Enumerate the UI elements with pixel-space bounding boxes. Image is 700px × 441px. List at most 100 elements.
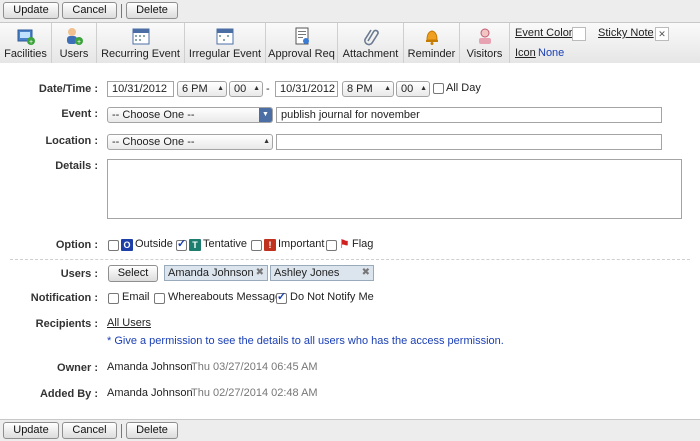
added-by-label: Added By : <box>39 388 98 400</box>
toolbar-irregular-event[interactable]: Irregular Event <box>185 23 266 63</box>
calendar-recurring-icon <box>132 28 149 45</box>
important-checkbox[interactable] <box>251 240 262 251</box>
start-min-select[interactable]: 00 ▲ <box>229 81 263 97</box>
start-date-input[interactable]: 10/31/2012 <box>107 81 174 97</box>
toolbar-recurring-event[interactable]: Recurring Event <box>97 23 185 63</box>
all-users-link[interactable]: All Users <box>107 317 151 329</box>
tentative-label: Tentative <box>203 238 248 250</box>
delete-button[interactable]: Delete <box>126 2 178 19</box>
event-menu-value: -- Choose One -- <box>112 109 195 121</box>
dropdown-arrow-icon: ▼ <box>259 108 272 122</box>
notification-label: Notification : <box>30 292 98 304</box>
select-arrow-icon: ▲ <box>384 85 391 92</box>
location-select-value: -- Choose One -- <box>112 136 195 148</box>
start-min-value: 00 <box>234 83 247 95</box>
tentative-checkbox[interactable] <box>176 237 187 251</box>
bell-icon <box>425 30 438 45</box>
important-badge-icon: ! <box>264 239 276 251</box>
event-color-link[interactable]: Event Color <box>515 27 572 39</box>
separator <box>121 4 122 18</box>
location-select[interactable]: -- Choose One -- ▲ <box>107 134 273 150</box>
top-action-bar: Update Cancel Delete <box>0 0 700 22</box>
select-arrow-icon: ▲ <box>263 138 270 145</box>
users-icon: + <box>67 28 83 46</box>
date-range-dash: - <box>266 83 270 95</box>
icon-link[interactable]: Icon <box>515 47 536 59</box>
end-min-value: 00 <box>401 83 414 95</box>
location-label: Location : <box>45 135 98 147</box>
users-label: Users : <box>60 268 98 280</box>
allday-checkbox[interactable] <box>433 83 444 94</box>
toolbar-approval-req[interactable]: Approval Req <box>266 23 338 63</box>
toolbar-facilities[interactable]: + Facilities <box>0 23 52 63</box>
update-button[interactable]: Update <box>3 422 59 439</box>
separator <box>121 424 122 438</box>
event-form: Date/Time : 10/31/2012 6 PM ▲ 00 ▲ - 10/31… <box>0 63 700 420</box>
owner-name: Amanda Johnson <box>107 361 193 373</box>
user-chip[interactable]: Amanda Johnson ✖ <box>164 265 268 281</box>
end-min-select[interactable]: 00 ▲ <box>396 81 430 97</box>
user-chip-name: Amanda Johnson <box>168 267 254 279</box>
end-hour-select[interactable]: 8 PM ▲ <box>342 81 394 97</box>
toolbar-label: Visitors <box>466 48 503 60</box>
flag-label: Flag <box>352 238 374 250</box>
start-hour-select[interactable]: 6 PM ▲ <box>177 81 227 97</box>
event-title-input[interactable]: publish journal for november <box>276 107 662 123</box>
recipients-note: * Give a permission to see the details t… <box>107 335 504 347</box>
flag-checkbox[interactable] <box>326 240 337 251</box>
feature-toolbar: + Facilities + Users Recurring Event Irr… <box>0 22 700 64</box>
event-label: Event : <box>61 108 98 120</box>
email-checkbox[interactable] <box>108 293 119 304</box>
added-by-time: Thu 02/27/2014 02:48 AM <box>191 387 318 399</box>
cancel-button[interactable]: Cancel <box>62 2 117 19</box>
donotnotify-label: Do Not Notify Me <box>290 291 374 303</box>
donotnotify-checkbox[interactable] <box>276 290 287 304</box>
svg-text:+: + <box>77 39 81 46</box>
sticky-note-close-icon[interactable]: ✕ <box>655 27 669 41</box>
icon-value: None <box>538 47 565 59</box>
cancel-button[interactable]: Cancel <box>62 422 117 439</box>
toolbar-attachment[interactable]: Attachment <box>338 23 404 63</box>
whereabouts-label: Whereabouts Message <box>168 291 282 303</box>
allday-label: All Day <box>446 82 481 94</box>
sticky-note-link[interactable]: Sticky Note <box>598 27 654 39</box>
important-label: Important <box>278 238 325 250</box>
added-by-name: Amanda Johnson <box>107 387 193 399</box>
svg-text:+: + <box>29 39 33 46</box>
remove-user-icon[interactable]: ✖ <box>256 266 264 280</box>
email-label: Email <box>122 291 150 303</box>
end-hour-value: 8 PM <box>347 83 373 95</box>
event-menu-select[interactable]: -- Choose One -- ▼ <box>107 107 273 123</box>
visitor-icon <box>478 28 491 44</box>
whereabouts-checkbox[interactable] <box>154 293 165 304</box>
owner-time: Thu 03/27/2014 06:45 AM <box>191 361 318 373</box>
toolbar-label: Facilities <box>4 48 47 60</box>
toolbar-users[interactable]: + Users <box>52 23 97 63</box>
outside-badge-icon: O <box>121 239 133 251</box>
option-label: Option : <box>55 239 98 251</box>
select-users-button[interactable]: Select <box>108 265 158 282</box>
start-hour-value: 6 PM <box>182 83 208 95</box>
remove-user-icon[interactable]: ✖ <box>362 266 370 280</box>
toolbar-label: Recurring Event <box>101 48 180 60</box>
outside-checkbox[interactable] <box>108 240 119 251</box>
recipients-label: Recipients : <box>35 318 98 330</box>
details-textarea[interactable] <box>107 159 682 219</box>
section-divider <box>10 259 690 260</box>
end-date-input[interactable]: 10/31/2012 <box>275 81 338 97</box>
user-chip[interactable]: Ashley Jones ✖ <box>270 265 374 281</box>
facilities-icon: + <box>17 29 35 46</box>
calendar-irregular-icon <box>216 28 234 45</box>
toolbar-side-options: Event Color Sticky Note ✕ Icon None <box>510 23 700 63</box>
toolbar-visitors[interactable]: Visitors <box>460 23 510 63</box>
paperclip-icon <box>363 29 379 46</box>
toolbar-label: Attachment <box>342 48 399 60</box>
delete-button[interactable]: Delete <box>126 422 178 439</box>
location-input[interactable] <box>276 134 662 150</box>
toolbar-reminder[interactable]: Reminder <box>404 23 460 63</box>
details-label: Details : <box>55 160 98 172</box>
update-button[interactable]: Update <box>3 2 59 19</box>
select-arrow-icon: ▲ <box>217 85 224 92</box>
owner-label: Owner : <box>57 362 98 374</box>
event-color-swatch[interactable] <box>572 27 586 41</box>
